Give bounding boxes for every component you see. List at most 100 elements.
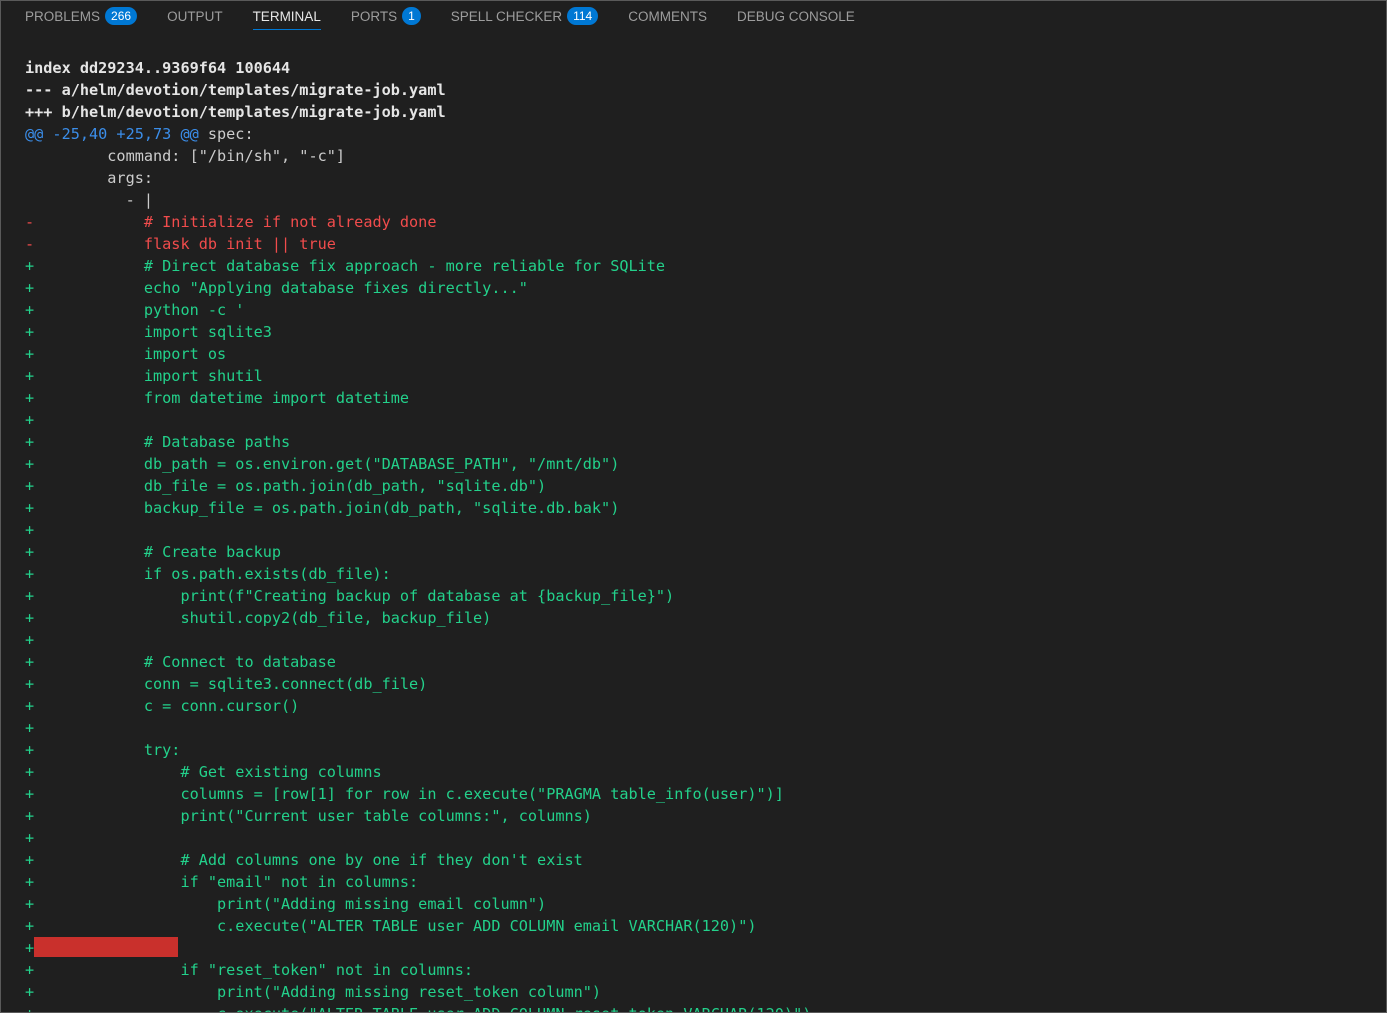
added-line-text: + print("Adding missing email column") — [25, 895, 547, 913]
added-line-text: + print(f"Creating backup of database at… — [25, 587, 675, 605]
tab-output[interactable]: OUTPUT — [167, 1, 223, 31]
terminal-line: + # Add columns one by one if they don't… — [25, 849, 1386, 871]
added-line-text: + if "reset_token" not in columns: — [25, 961, 474, 979]
terminal-line: - flask db init || true — [25, 233, 1386, 255]
added-line-text: + db_path = os.environ.get("DATABASE_PAT… — [25, 455, 620, 473]
added-line-text: + # Database paths — [25, 433, 291, 451]
terminal-line: + columns = [row[1] for row in c.execute… — [25, 783, 1386, 805]
terminal-line: + try: — [25, 739, 1386, 761]
tab-label: SPELL CHECKER — [450, 8, 563, 24]
terminal-panel: PROBLEMS 266 OUTPUT TERMINAL PORTS 1 SPE… — [0, 0, 1387, 1013]
terminal-line: + conn = sqlite3.connect(db_file) — [25, 673, 1386, 695]
added-line-text: + # Create backup — [25, 543, 282, 561]
tab-label: PROBLEMS — [25, 8, 101, 24]
terminal-line: @@ -25,40 +25,73 @@ spec: — [25, 123, 1386, 145]
redaction-bar — [34, 937, 178, 957]
ports-count-badge: 1 — [402, 7, 421, 25]
terminal-output[interactable]: index dd29234..9369f64 100644 --- a/helm/… — [25, 57, 1386, 1012]
added-line-text: + — [25, 829, 35, 847]
tab-spell-checker[interactable]: SPELL CHECKER 114 — [450, 1, 599, 31]
tab-debug-console[interactable]: DEBUG CONSOLE — [737, 1, 855, 31]
terminal-line: + print(f"Creating backup of database at… — [25, 585, 1386, 607]
terminal-line: + — [25, 519, 1386, 541]
terminal-line: command: ["/bin/sh", "-c"] — [25, 145, 1386, 167]
terminal-line: + # Direct database fix approach - more … — [25, 255, 1386, 277]
terminal-line: + c = conn.cursor() — [25, 695, 1386, 717]
terminal-line: + python -c ' — [25, 299, 1386, 321]
terminal-line: + if os.path.exists(db_file): — [25, 563, 1386, 585]
added-line-text: + — [25, 411, 35, 429]
added-line-text: + # Get existing columns — [25, 763, 382, 781]
added-line-text: + — [25, 939, 35, 957]
terminal-line: --- a/helm/devotion/templates/migrate-jo… — [25, 79, 1386, 101]
tab-label: COMMENTS — [628, 8, 707, 24]
terminal-line: + db_file = os.path.join(db_path, "sqlit… — [25, 475, 1386, 497]
terminal-line: + # Get existing columns — [25, 761, 1386, 783]
terminal-line: + print("Adding missing email column") — [25, 893, 1386, 915]
added-line-text: + backup_file = os.path.join(db_path, "s… — [25, 499, 620, 517]
added-line-text: + columns = [row[1] for row in c.execute… — [25, 785, 784, 803]
context-line-text: args: — [25, 169, 154, 187]
tab-problems[interactable]: PROBLEMS 266 — [25, 1, 138, 31]
terminal-line: + db_path = os.environ.get("DATABASE_PAT… — [25, 453, 1386, 475]
removed-line-text: - # Initialize if not already done — [25, 213, 437, 231]
tab-terminal[interactable]: TERMINAL — [252, 1, 322, 31]
terminal-line: +++ b/helm/devotion/templates/migrate-jo… — [25, 101, 1386, 123]
removed-line-text: - flask db init || true — [25, 235, 336, 253]
terminal-line: + — [25, 717, 1386, 739]
hunk-header: @@ -25,40 +25,73 @@ — [25, 125, 199, 143]
terminal-line: + — [25, 937, 1386, 959]
added-line-text: + if "email" not in columns: — [25, 873, 419, 891]
added-line-text: + if os.path.exists(db_file): — [25, 565, 391, 583]
terminal-line: - # Initialize if not already done — [25, 211, 1386, 233]
added-line-text: + — [25, 719, 35, 737]
terminal-line: + from datetime import datetime — [25, 387, 1386, 409]
tab-ports[interactable]: PORTS 1 — [351, 1, 421, 31]
problems-count-badge: 266 — [105, 7, 138, 25]
added-line-text: + import shutil — [25, 367, 263, 385]
terminal-line: args: — [25, 167, 1386, 189]
tab-label: OUTPUT — [167, 8, 223, 24]
terminal-line: + echo "Applying database fixes directly… — [25, 277, 1386, 299]
diff-header-text: --- a/helm/devotion/templates/migrate-jo… — [25, 81, 446, 99]
tab-comments[interactable]: COMMENTS — [628, 1, 707, 31]
terminal-line: index dd29234..9369f64 100644 — [25, 57, 1386, 79]
added-line-text: + print("Adding missing reset_token colu… — [25, 983, 602, 1001]
added-line-text: + try: — [25, 741, 181, 759]
terminal-line: + # Connect to database — [25, 651, 1386, 673]
added-line-text: + c = conn.cursor() — [25, 697, 300, 715]
added-line-text: + db_file = os.path.join(db_path, "sqlit… — [25, 477, 547, 495]
hunk-context: spec: — [198, 125, 254, 143]
terminal-line: + — [25, 827, 1386, 849]
added-line-text: + # Direct database fix approach - more … — [25, 257, 666, 275]
terminal-line: + backup_file = os.path.join(db_path, "s… — [25, 497, 1386, 519]
spell-checker-count-badge: 114 — [567, 7, 599, 25]
terminal-line: + — [25, 409, 1386, 431]
terminal-line: + c.execute("ALTER TABLE user ADD COLUMN… — [25, 915, 1386, 937]
added-line-text: + import os — [25, 345, 227, 363]
added-line-text: + shutil.copy2(db_file, backup_file) — [25, 609, 492, 627]
tab-label: DEBUG CONSOLE — [736, 8, 855, 24]
added-line-text: + echo "Applying database fixes directly… — [25, 279, 528, 297]
tab-label: TERMINAL — [252, 8, 321, 24]
terminal-line: + shutil.copy2(db_file, backup_file) — [25, 607, 1386, 629]
panel-tab-bar: PROBLEMS 266 OUTPUT TERMINAL PORTS 1 SPE… — [1, 1, 1386, 31]
terminal-line: + import sqlite3 — [25, 321, 1386, 343]
added-line-text: + — [25, 631, 35, 649]
added-line-text: + c.execute("ALTER TABLE user ADD COLUMN… — [25, 917, 757, 935]
terminal-line: - | — [25, 189, 1386, 211]
added-line-text: + print("Current user table columns:", c… — [25, 807, 592, 825]
terminal-line: + import os — [25, 343, 1386, 365]
added-line-text: + # Add columns one by one if they don't… — [25, 851, 583, 869]
terminal-line: + print("Current user table columns:", c… — [25, 805, 1386, 827]
terminal-line: + — [25, 629, 1386, 651]
tab-label: PORTS — [350, 8, 398, 24]
diff-header-text: index dd29234..9369f64 100644 — [25, 59, 291, 77]
added-line-text: + # Connect to database — [25, 653, 336, 671]
context-line-text: command: ["/bin/sh", "-c"] — [25, 147, 346, 165]
added-line-text: + from datetime import datetime — [25, 389, 410, 407]
terminal-line: + c.execute("ALTER TABLE user ADD COLUMN… — [25, 1003, 1386, 1012]
terminal-line: + import shutil — [25, 365, 1386, 387]
terminal-line: + # Database paths — [25, 431, 1386, 453]
terminal-line: + if "email" not in columns: — [25, 871, 1386, 893]
